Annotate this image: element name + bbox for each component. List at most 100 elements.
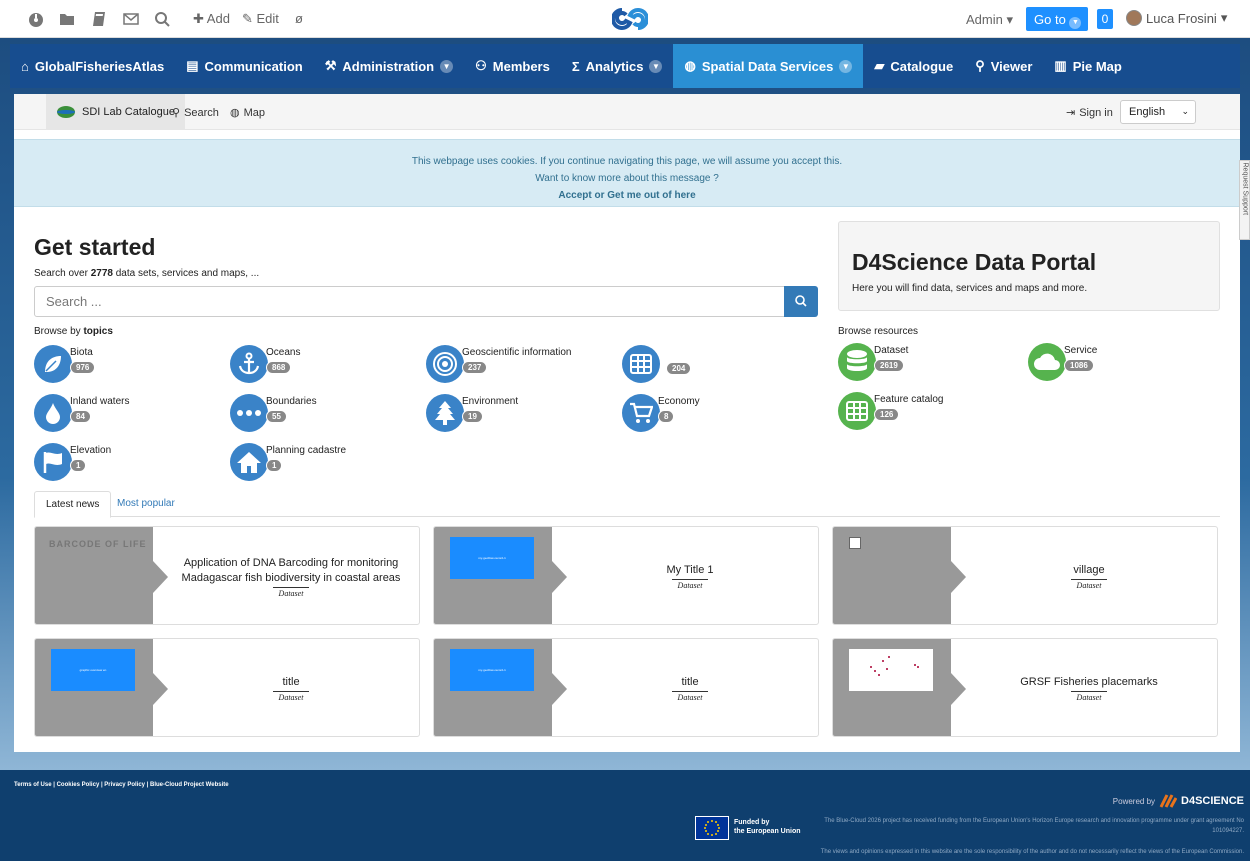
terms-link[interactable]: Terms of Use: [14, 782, 52, 788]
cookie-more-link[interactable]: Want to know more about this message ?: [14, 170, 1240, 187]
search-link[interactable]: ⚲ Search: [172, 106, 219, 120]
record-card[interactable]: BARCODE OF LIFE Application of DNA Barco…: [34, 526, 420, 625]
eye-slash-icon[interactable]: ø: [295, 11, 303, 26]
d4science-logo-icon[interactable]: [612, 6, 648, 32]
nav-item-communication[interactable]: ▤ Communication: [175, 44, 314, 88]
catalogue-home-link[interactable]: SDI Lab Catalogue: [46, 94, 185, 130]
thumbnail-preview: graphic overview en: [51, 649, 135, 691]
card-thumbnail: graphic overview en: [35, 639, 153, 736]
topic-environment[interactable]: Environment 19: [426, 394, 518, 432]
user-menu[interactable]: Luca Frosini ▾: [1126, 10, 1227, 26]
nav-item-members[interactable]: ⚇ Members: [464, 44, 561, 88]
chevron-down-icon: ▼: [839, 59, 853, 73]
admin-dropdown[interactable]: Admin ▾: [966, 12, 1013, 28]
search-icon[interactable]: [154, 11, 170, 27]
nav-item-administration[interactable]: ⚒ Administration ▼: [314, 44, 464, 88]
card-type: Dataset: [272, 691, 310, 702]
cookie-accept-link[interactable]: Accept: [558, 190, 591, 201]
search-link-label: Search: [184, 106, 219, 119]
nav-item-globalfisheriesatlas[interactable]: ⌂ GlobalFisheriesAtlas: [10, 44, 175, 88]
resource-dataset[interactable]: Dataset 2619: [838, 343, 908, 381]
book-icon[interactable]: [92, 11, 108, 27]
card-arrow: [552, 673, 567, 705]
sign-in-icon: ⇥: [1066, 107, 1076, 119]
search-button[interactable]: [784, 286, 818, 317]
topic-count: 976: [70, 361, 96, 374]
card-type: Dataset: [1070, 579, 1108, 590]
map-icon: ▥: [1054, 58, 1067, 73]
topic-planning-cadastre[interactable]: Planning cadastre 1: [230, 443, 346, 481]
powered-by-label: Powered by: [1112, 796, 1156, 806]
topic-biota[interactable]: Biota 976: [34, 345, 96, 383]
card-title[interactable]: GRSF Fisheries placemarks: [1020, 675, 1158, 690]
topic-label: Elevation: [70, 445, 112, 456]
card-type: Dataset: [272, 586, 310, 598]
cookies-policy-link[interactable]: Cookies Policy: [57, 782, 100, 788]
map-link[interactable]: ◍ Map: [230, 106, 265, 120]
d4science-brand[interactable]: D4SCIENCE: [1181, 795, 1244, 807]
edit-button[interactable]: ✎ Edit: [242, 11, 279, 27]
topic-unlabeled[interactable]: 204: [622, 345, 692, 383]
record-card[interactable]: graphic overview en title Dataset: [34, 638, 420, 737]
nav-item-analytics[interactable]: Σ Analytics ▼: [561, 44, 674, 88]
language-select[interactable]: English ⌄: [1120, 100, 1196, 124]
topic-inland-waters[interactable]: Inland waters 84: [34, 394, 129, 432]
nav-label: Members: [492, 58, 550, 74]
nav-item-viewer[interactable]: ⚲ Viewer: [964, 44, 1043, 88]
news-tabs: Latest news Most popular: [34, 491, 1220, 518]
search-icon: [795, 295, 807, 307]
nav-item-catalogue[interactable]: ▰ Catalogue: [863, 44, 964, 88]
cookie-leave-link[interactable]: Get me out of here: [607, 190, 695, 201]
cookie-message: This webpage uses cookies. If you contin…: [411, 156, 843, 167]
tab-most-popular[interactable]: Most popular: [106, 491, 186, 518]
topic-label: Geoscientific information: [462, 347, 572, 358]
topic-geoscientific-information[interactable]: Geoscientific information 237: [426, 345, 572, 383]
record-card[interactable]: my-geoflow-record-1 My Title 1 Dataset: [433, 526, 819, 625]
topic-oceans[interactable]: Oceans 868: [230, 345, 300, 383]
request-support-tab[interactable]: Request Support: [1239, 160, 1250, 240]
privacy-policy-link[interactable]: Privacy Policy: [104, 782, 145, 788]
cart-icon: [622, 394, 660, 432]
search-input[interactable]: Search ...: [34, 286, 785, 317]
folder-icon[interactable]: [59, 11, 75, 27]
card-title[interactable]: title: [282, 675, 299, 690]
add-button[interactable]: ✚ Add: [193, 11, 230, 27]
leaf-icon: [34, 345, 72, 383]
record-card[interactable]: GRSF Fisheries placemarks Dataset: [832, 638, 1218, 737]
resource-count: 126: [874, 408, 900, 421]
funded-line-2: the European Union: [734, 828, 801, 835]
project-website-link[interactable]: Blue-Cloud Project Website: [150, 782, 229, 788]
notification-badge[interactable]: 0: [1097, 9, 1113, 29]
search-count: 2778: [90, 268, 113, 279]
dashboard-icon[interactable]: [28, 11, 44, 27]
card-type: Dataset: [1070, 691, 1108, 702]
topic-label: Planning cadastre: [266, 445, 347, 456]
goto-button[interactable]: Go to ▼: [1026, 7, 1088, 31]
topic-economy[interactable]: Economy 8: [622, 394, 700, 432]
card-title[interactable]: village: [1073, 563, 1104, 578]
portal-title: D4Science Data Portal: [852, 249, 1097, 275]
card-thumbnail: my-geoflow-record-1: [434, 527, 552, 624]
card-title[interactable]: Application of DNA Barcoding for monitor…: [171, 556, 411, 586]
topic-boundaries[interactable]: Boundaries 55: [230, 394, 317, 432]
sign-in-label: Sign in: [1079, 106, 1113, 119]
record-card[interactable]: village Dataset: [832, 526, 1218, 625]
wrench-icon: ⚒: [324, 58, 337, 73]
mail-icon[interactable]: [123, 11, 139, 27]
nav-item-spatial-data-services[interactable]: ◍ Spatial Data Services ▼: [673, 44, 864, 88]
resource-feature-catalog[interactable]: Feature catalog 126: [838, 392, 944, 430]
nav-item-pie-map[interactable]: ▥ Pie Map: [1043, 44, 1132, 88]
topic-elevation[interactable]: Elevation 1: [34, 443, 111, 481]
topic-label: Inland waters: [70, 396, 130, 407]
topic-label: Environment: [462, 396, 519, 407]
globe-icon: ◍: [230, 107, 240, 119]
sign-in-link[interactable]: ⇥ Sign in: [1066, 106, 1113, 120]
book-icon: ▰: [874, 58, 885, 73]
topic-label: Boundaries: [266, 396, 317, 407]
card-title[interactable]: title: [681, 675, 698, 690]
tab-latest-news[interactable]: Latest news: [34, 491, 112, 518]
home-icon: ⌂: [21, 58, 29, 74]
resource-service[interactable]: Service 1086: [1028, 343, 1097, 381]
card-title[interactable]: My Title 1: [666, 563, 713, 578]
record-card[interactable]: my-geoflow-record-1 title Dataset: [433, 638, 819, 737]
